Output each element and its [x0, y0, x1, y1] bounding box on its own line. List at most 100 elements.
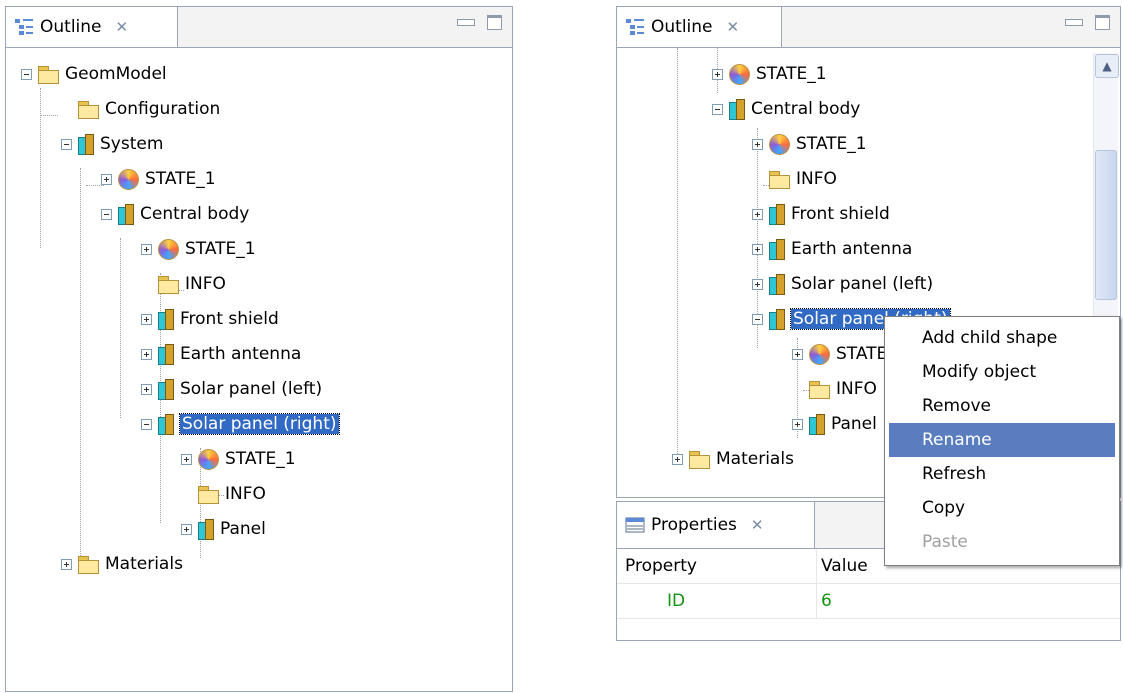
tree-item-label: Earth antenna [180, 344, 302, 364]
tree-item-label: Solar panel (left) [180, 379, 323, 399]
expand-toggle-icon[interactable] [61, 558, 72, 570]
tree-item[interactable]: Central body [101, 199, 249, 229]
tree-item[interactable]: INFO [752, 164, 837, 194]
state-icon [198, 448, 219, 470]
tree-item[interactable]: Solar panel (left) [141, 374, 322, 404]
expand-toggle-icon[interactable] [101, 173, 112, 185]
expand-toggle-icon[interactable] [141, 383, 152, 395]
folder-icon [809, 380, 830, 399]
table-row[interactable]: ID 6 [617, 584, 1120, 619]
scrollbar-thumb[interactable] [1095, 150, 1117, 300]
tab-label: Outline [651, 17, 713, 37]
menu-item-modify-object[interactable]: Modify object [885, 355, 1119, 389]
collapse-toggle-icon[interactable] [21, 68, 32, 80]
tree-item[interactable]: STATE_1 [101, 164, 216, 194]
shape-icon [118, 203, 134, 225]
tab-label: Properties [651, 515, 737, 535]
context-menu: Add child shape Modify object Remove Ren… [884, 316, 1120, 566]
shape-icon [158, 413, 174, 435]
expand-toggle-icon[interactable] [752, 278, 763, 290]
tree-item-label: Panel [220, 519, 266, 539]
expand-toggle-icon[interactable] [712, 68, 723, 80]
tree-item[interactable]: Materials [61, 549, 183, 579]
expand-toggle-icon[interactable] [672, 453, 683, 465]
minimize-icon[interactable] [457, 19, 475, 26]
tree-item-label: STATE_1 [756, 64, 827, 84]
shape-icon [769, 308, 785, 330]
tree-item[interactable]: Earth antenna [752, 234, 912, 264]
outline-icon [15, 19, 33, 35]
folder-icon [158, 275, 179, 294]
tree-item[interactable]: Panel [792, 409, 877, 439]
tree-item[interactable]: Front shield [141, 304, 279, 334]
menu-item-add-child-shape[interactable]: Add child shape [885, 321, 1119, 355]
tree-item[interactable]: STATE_1 [181, 444, 296, 474]
expand-toggle-icon[interactable] [141, 243, 152, 255]
outline-icon [626, 19, 644, 35]
menu-item-rename[interactable]: Rename [889, 423, 1115, 457]
column-header-property[interactable]: Property [617, 549, 817, 583]
tab-properties[interactable]: Properties ✕ [617, 502, 815, 548]
collapse-toggle-icon[interactable] [101, 208, 112, 220]
maximize-icon[interactable] [487, 15, 502, 30]
expand-toggle-icon[interactable] [752, 138, 763, 150]
tree-item-label: Earth antenna [791, 239, 913, 259]
tab-outline[interactable]: Outline ✕ [617, 7, 782, 47]
tree-item-label: Panel [831, 414, 877, 434]
scroll-up-icon[interactable]: ▲ [1095, 54, 1119, 78]
expand-toggle-icon[interactable] [752, 208, 763, 220]
tree-item-label: STATE_1 [145, 169, 216, 189]
collapse-toggle-icon[interactable] [752, 313, 763, 325]
tree-item[interactable]: STATE_1 [712, 59, 827, 89]
expand-toggle-icon[interactable] [792, 348, 803, 360]
tree-item[interactable]: Front shield [752, 199, 890, 229]
tree-item[interactable]: INFO [792, 374, 877, 404]
outline-tree: GeomModel Configuration System STATE_1 C… [6, 48, 512, 691]
tree-item[interactable]: Solar panel (left) [752, 269, 933, 299]
tree-item[interactable]: Earth antenna [141, 339, 301, 369]
collapse-toggle-icon[interactable] [61, 138, 72, 150]
expand-toggle-icon[interactable] [141, 348, 152, 360]
collapse-toggle-icon[interactable] [141, 418, 152, 430]
expand-toggle-icon[interactable] [792, 418, 803, 430]
tab-bar: Outline ✕ [6, 7, 512, 48]
folder-icon [78, 100, 99, 119]
tree-item[interactable]: STATE_1 [752, 129, 867, 159]
tree-item-label: INFO [185, 274, 226, 294]
close-icon[interactable]: ✕ [751, 516, 764, 534]
menu-item-refresh[interactable]: Refresh [885, 457, 1119, 491]
shape-icon [158, 343, 174, 365]
tree-item[interactable]: INFO [141, 269, 226, 299]
close-icon[interactable]: ✕ [116, 18, 129, 36]
tree-item[interactable]: Materials [672, 444, 794, 474]
tree-item-label: Central body [140, 204, 250, 224]
tree-item[interactable]: System [61, 129, 163, 159]
tree-item[interactable]: Configuration [61, 94, 220, 124]
tree-item-label: Front shield [791, 204, 890, 224]
tree-item[interactable]: STATE_1 [141, 234, 256, 264]
folder-icon [769, 170, 790, 189]
expand-toggle-icon[interactable] [181, 523, 192, 535]
property-value: 6 [821, 591, 832, 611]
tree-item[interactable]: GeomModel [21, 59, 167, 89]
tree-item-label: INFO [225, 484, 266, 504]
close-icon[interactable]: ✕ [727, 18, 740, 36]
properties-icon [625, 517, 645, 533]
tree-item[interactable]: Central body [712, 94, 860, 124]
tab-outline[interactable]: Outline ✕ [6, 7, 178, 47]
expand-toggle-icon[interactable] [181, 453, 192, 465]
tree-item[interactable]: INFO [181, 479, 266, 509]
menu-item-copy[interactable]: Copy [885, 491, 1119, 525]
tree-item[interactable]: Panel [181, 514, 266, 544]
menu-item-remove[interactable]: Remove [885, 389, 1119, 423]
tree-item-label: Central body [751, 99, 861, 119]
expand-toggle-icon[interactable] [752, 243, 763, 255]
expand-toggle-icon[interactable] [141, 313, 152, 325]
tree-item-selected[interactable]: Solar panel (right) [141, 409, 340, 439]
collapse-toggle-icon[interactable] [712, 103, 723, 115]
tree-item-label: INFO [836, 379, 877, 399]
window-buttons [457, 15, 502, 30]
minimize-icon[interactable] [1065, 19, 1083, 26]
maximize-icon[interactable] [1095, 15, 1110, 30]
shape-icon [198, 518, 214, 540]
